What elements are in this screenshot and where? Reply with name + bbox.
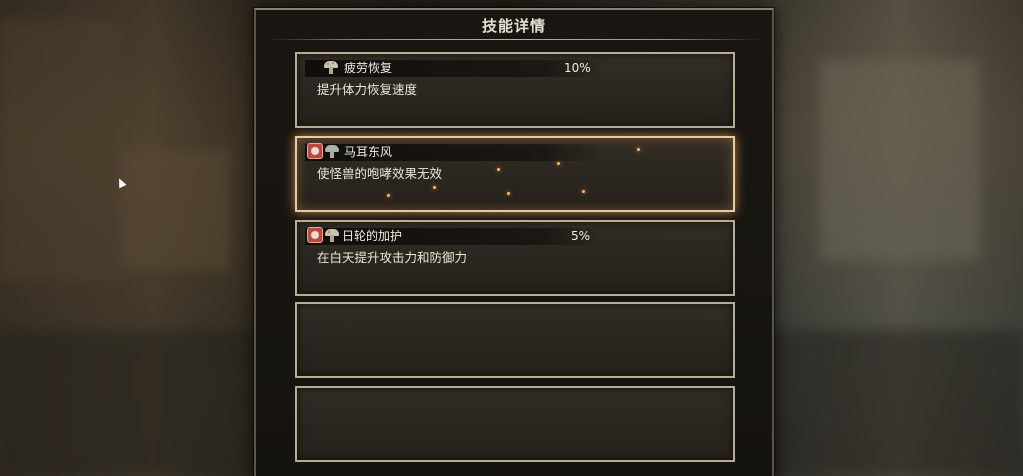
skill-name: 马耳东风 bbox=[344, 145, 393, 159]
sparkle-effect bbox=[433, 186, 436, 189]
title-divider bbox=[266, 39, 762, 40]
skill-slot-5-empty[interactable] bbox=[295, 386, 735, 462]
red-badge-icon bbox=[307, 143, 323, 159]
mushroom-icon bbox=[323, 59, 339, 75]
skill-details-panel: 技能详情 疲劳恢复 10% 提升体力恢复速度 马耳东风 使怪兽的咆哮效果无效 日… bbox=[254, 8, 774, 476]
skill-percent: 5% bbox=[571, 229, 591, 243]
panel-title: 技能详情 bbox=[481, 17, 546, 35]
background-shelf-left-2 bbox=[120, 150, 230, 270]
skill-slot-2[interactable]: 马耳东风 使怪兽的咆哮效果无效 bbox=[295, 136, 735, 212]
skill-icons bbox=[307, 143, 340, 159]
mushroom-icon bbox=[324, 227, 340, 243]
skill-description: 使怪兽的咆哮效果无效 bbox=[317, 166, 443, 181]
sparkle-effect bbox=[637, 148, 640, 151]
background-window-right bbox=[820, 60, 980, 260]
skill-name: 日轮的加护 bbox=[342, 229, 403, 243]
sparkle-effect bbox=[497, 168, 500, 171]
skill-description: 提升体力恢复速度 bbox=[317, 82, 418, 97]
sparkle-effect bbox=[507, 192, 510, 195]
background-shelf-left bbox=[0, 20, 120, 280]
sparkle-effect bbox=[582, 190, 585, 193]
sparkle-effect bbox=[557, 162, 560, 165]
skill-icons bbox=[307, 227, 340, 243]
skill-description: 在白天提升攻击力和防御力 bbox=[317, 250, 468, 265]
skill-slot-4-empty[interactable] bbox=[295, 302, 735, 378]
game-scene: 技能详情 疲劳恢复 10% 提升体力恢复速度 马耳东风 使怪兽的咆哮效果无效 日… bbox=[0, 0, 1023, 476]
red-badge-icon bbox=[307, 227, 323, 243]
skill-slot-3[interactable]: 日轮的加护 5% 在白天提升攻击力和防御力 bbox=[295, 220, 735, 296]
mushroom-icon bbox=[324, 143, 340, 159]
skill-slot-1[interactable]: 疲劳恢复 10% 提升体力恢复速度 bbox=[295, 52, 735, 128]
sparkle-effect bbox=[387, 194, 390, 197]
skill-icons bbox=[323, 59, 339, 75]
skill-name: 疲劳恢复 bbox=[344, 61, 393, 75]
skill-percent: 10% bbox=[564, 61, 591, 75]
